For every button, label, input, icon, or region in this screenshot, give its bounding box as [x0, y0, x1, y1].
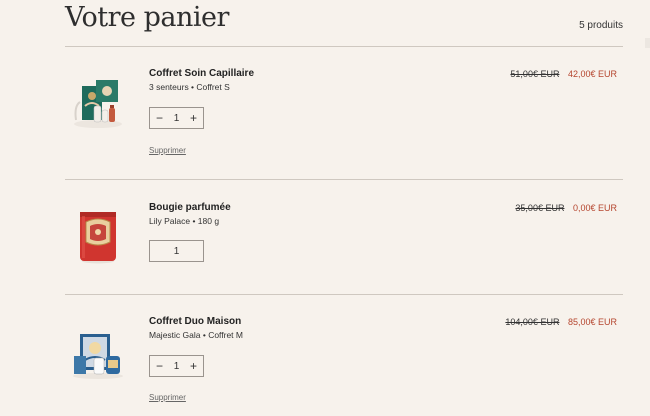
original-price: 51,00€ EUR	[510, 69, 560, 79]
sale-price: 0,00€ EUR	[572, 203, 617, 213]
item-variant: Lily Palace • 180 g	[149, 216, 220, 226]
divider	[65, 179, 623, 180]
minus-icon[interactable]: −	[156, 112, 163, 124]
quantity-value[interactable]: 1	[174, 113, 180, 124]
quantity-stepper[interactable]: − 1 +	[149, 355, 204, 377]
sale-price: 85,00€ EUR	[567, 317, 617, 327]
cart-item: Coffret Soin Capillaire 3 senteurs • Cof…	[65, 68, 623, 168]
home-duo-gift-box-image[interactable]	[70, 326, 126, 382]
minus-icon[interactable]: −	[156, 360, 163, 372]
scroll-edge	[645, 38, 650, 48]
remove-link[interactable]: Supprimer	[149, 393, 186, 402]
item-name[interactable]: Coffret Soin Capillaire	[149, 68, 254, 79]
item-info: Bougie parfumée Lily Palace • 180 g	[149, 202, 231, 226]
remove-link[interactable]: Supprimer	[149, 146, 186, 155]
item-variant: 3 senteurs • Coffret S	[149, 82, 230, 92]
original-price: 104,00€ EUR	[505, 317, 560, 327]
original-price: 35,00€ EUR	[515, 203, 565, 213]
divider	[65, 46, 623, 47]
cart-item: Coffret Duo Maison Majestic Gala • Coffr…	[65, 316, 623, 416]
cart-item: Bougie parfumée Lily Palace • 180 g 1 35…	[65, 202, 623, 282]
item-name[interactable]: Bougie parfumée	[149, 202, 231, 213]
quantity-value[interactable]: 1	[174, 361, 180, 372]
item-variant: Majestic Gala • Coffret M	[149, 330, 243, 340]
item-prices: 35,00€ EUR 0,00€ EUR	[515, 203, 617, 213]
hair-care-gift-box-image[interactable]	[70, 76, 126, 132]
scented-candle-image[interactable]	[70, 208, 126, 264]
quantity-value[interactable]: 1	[174, 246, 180, 257]
divider	[65, 294, 623, 295]
plus-icon[interactable]: +	[190, 360, 197, 372]
plus-icon[interactable]: +	[190, 112, 197, 124]
quantity-field[interactable]: 1	[149, 240, 204, 262]
item-info: Coffret Soin Capillaire 3 senteurs • Cof…	[149, 68, 254, 92]
item-prices: 104,00€ EUR 85,00€ EUR	[505, 317, 617, 327]
quantity-stepper[interactable]: − 1 +	[149, 107, 204, 129]
page-title: Votre panier	[65, 2, 229, 33]
sale-price: 42,00€ EUR	[567, 69, 617, 79]
item-prices: 51,00€ EUR 42,00€ EUR	[510, 69, 617, 79]
item-name[interactable]: Coffret Duo Maison	[149, 316, 243, 327]
item-info: Coffret Duo Maison Majestic Gala • Coffr…	[149, 316, 243, 340]
product-count: 5 produits	[579, 20, 623, 31]
